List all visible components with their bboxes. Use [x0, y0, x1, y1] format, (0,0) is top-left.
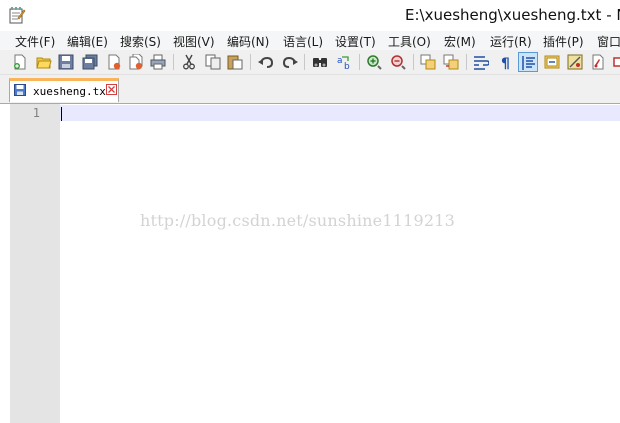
save-icon[interactable] — [56, 52, 76, 72]
replace-icon[interactable]: ab — [334, 52, 354, 72]
line-number: 1 — [32, 106, 40, 120]
toolbar-separator — [304, 54, 305, 70]
svg-text:a: a — [337, 56, 343, 66]
redo-icon[interactable] — [280, 52, 300, 72]
text-editor[interactable] — [60, 104, 620, 423]
zoom-out-icon[interactable] — [388, 52, 408, 72]
open-file-icon[interactable] — [34, 52, 54, 72]
toolbar-separator — [466, 54, 467, 70]
undo-icon[interactable] — [256, 52, 276, 72]
text-caret — [61, 107, 62, 121]
menu-window[interactable]: 窗口 — [597, 33, 620, 50]
menu-plugins[interactable]: 插件(P) — [543, 33, 584, 50]
menu-encoding[interactable]: 编码(N) — [227, 33, 269, 50]
menu-file[interactable]: 文件(F) — [15, 33, 55, 50]
menu-run[interactable]: 运行(R) — [490, 33, 532, 50]
word-wrap-icon[interactable] — [471, 52, 491, 72]
menu-tools[interactable]: 工具(O) — [388, 33, 431, 50]
menu-search[interactable]: 搜索(S) — [120, 33, 161, 50]
watermark-text: http://blog.csdn.net/sunshine1119213 — [140, 211, 455, 230]
show-all-chars-icon[interactable]: ¶ — [495, 52, 515, 72]
paste-icon[interactable] — [225, 52, 245, 72]
copy-icon[interactable] — [203, 52, 223, 72]
menu-settings[interactable]: 设置(T) — [335, 33, 376, 50]
menu-view[interactable]: 视图(V) — [173, 33, 215, 50]
find-icon[interactable] — [310, 52, 330, 72]
editor-pane: 1 http://blog.csdn.net/sunshine1119213 — [0, 104, 620, 423]
tab-close-icon[interactable] — [106, 84, 117, 95]
window-title: E:\xuesheng\xuesheng.txt - N — [405, 6, 620, 24]
indent-guide-icon[interactable] — [518, 52, 538, 72]
save-all-icon[interactable] — [80, 52, 100, 72]
tab-xuesheng-txt[interactable]: xuesheng.txt — [9, 78, 119, 102]
notepad-app-icon[interactable] — [8, 6, 26, 24]
cut-icon[interactable] — [179, 52, 199, 72]
menu-macro[interactable]: 宏(M) — [444, 33, 476, 50]
menu-edit[interactable]: 编辑(E) — [67, 33, 108, 50]
title-bar: E:\xuesheng\xuesheng.txt - N — [0, 0, 620, 31]
close-all-icon[interactable] — [126, 52, 146, 72]
print-icon[interactable] — [148, 52, 168, 72]
toolbar: ab ¶ — [0, 50, 620, 75]
sync-vertical-icon[interactable] — [418, 52, 438, 72]
close-icon[interactable] — [104, 52, 124, 72]
toolbar-separator — [413, 54, 414, 70]
macro-record-icon[interactable] — [588, 52, 608, 72]
toolbar-separator — [250, 54, 251, 70]
toolbar-separator — [173, 54, 174, 70]
toolbar-separator — [359, 54, 360, 70]
doc-map-icon[interactable] — [542, 52, 562, 72]
line-number-gutter: 1 — [10, 104, 60, 423]
tab-label: xuesheng.txt — [33, 85, 113, 98]
tab-bar: xuesheng.txt — [0, 75, 620, 104]
zoom-in-icon[interactable] — [364, 52, 384, 72]
sync-horizontal-icon[interactable] — [441, 52, 461, 72]
function-list-icon[interactable] — [565, 52, 585, 72]
menu-bar: 文件(F) 编辑(E) 搜索(S) 视图(V) 编码(N) 语言(L) 设置(T… — [0, 31, 620, 50]
svg-text:b: b — [344, 62, 350, 70]
new-file-icon[interactable] — [10, 52, 30, 72]
menu-language[interactable]: 语言(L) — [283, 33, 323, 50]
current-line-highlight — [60, 105, 620, 121]
macro-stop-icon[interactable] — [610, 52, 620, 72]
svg-text:¶: ¶ — [501, 56, 510, 70]
saved-file-icon — [14, 84, 26, 96]
